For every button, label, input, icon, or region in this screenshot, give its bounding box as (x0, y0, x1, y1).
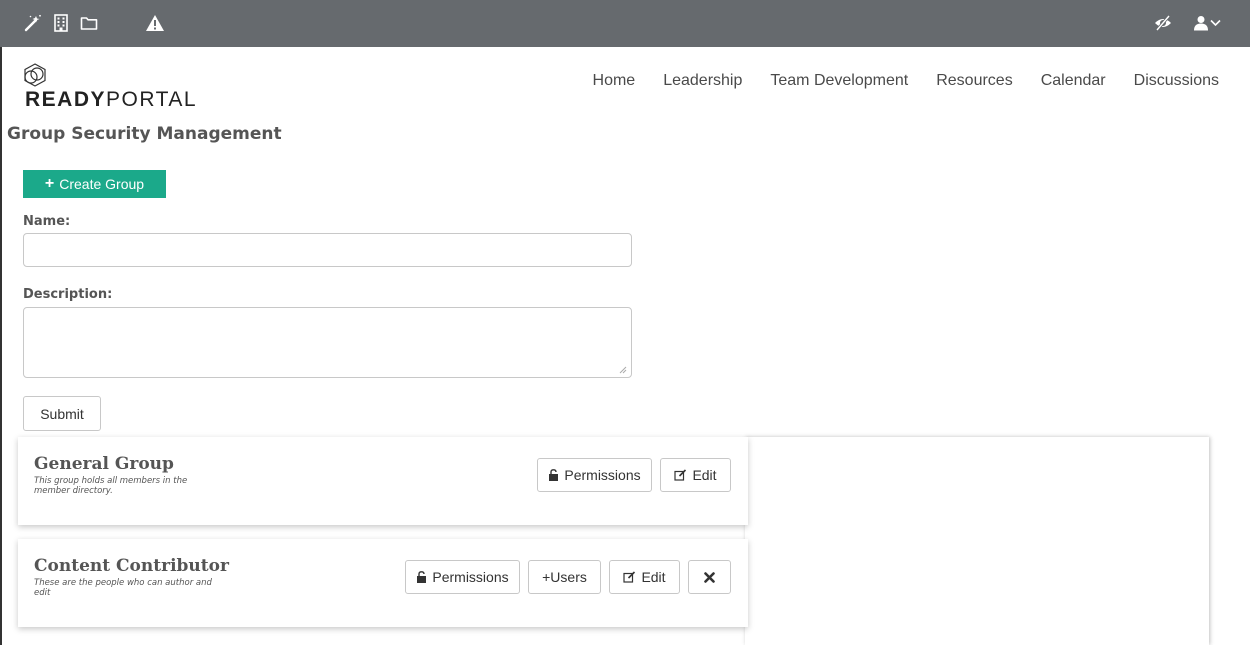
group-title: General Group (34, 454, 174, 474)
nav-resources[interactable]: Resources (936, 72, 1012, 90)
submit-button[interactable]: Submit (23, 396, 101, 431)
permissions-button[interactable]: Permissions (405, 560, 520, 594)
edit-button[interactable]: Edit (660, 458, 731, 492)
right-panel (745, 437, 1209, 645)
permissions-button[interactable]: Permissions (537, 458, 652, 492)
create-group-button[interactable]: + Create Group (23, 170, 166, 198)
group-description: This group holds all members in the memb… (34, 476, 188, 496)
group-card-content-contributor: Content Contributor These are the people… (18, 539, 748, 627)
delete-group-button[interactable] (688, 560, 731, 594)
admin-toolbar (0, 0, 1250, 47)
resize-grip-icon[interactable] (619, 366, 627, 374)
name-label: Name: (23, 214, 71, 229)
edit-button[interactable]: Edit (609, 560, 680, 594)
magic-wand-icon[interactable] (22, 12, 44, 34)
group-description: These are the people who can author and … (34, 578, 212, 598)
edit-icon (623, 571, 636, 583)
eye-slash-icon[interactable] (1152, 12, 1174, 34)
main-nav: Home Leadership Team Development Resourc… (565, 72, 1219, 90)
nav-calendar[interactable]: Calendar (1041, 72, 1106, 90)
building-icon[interactable] (50, 12, 72, 34)
logo-wordmark[interactable]: READYPORTAL (25, 88, 197, 112)
group-card-general: General Group This group holds all membe… (18, 437, 748, 525)
unlock-icon (549, 469, 559, 481)
permissions-label: Permissions (564, 467, 641, 483)
warning-icon[interactable] (144, 12, 166, 34)
close-icon (704, 571, 715, 583)
edit-label: Edit (641, 569, 666, 585)
nav-discussions[interactable]: Discussions (1134, 72, 1219, 90)
add-users-button[interactable]: +Users (528, 560, 601, 594)
create-group-label: Create Group (59, 176, 145, 192)
logo-light-text: PORTAL (106, 88, 198, 111)
permissions-label: Permissions (432, 569, 509, 585)
window-left-edge (0, 47, 2, 645)
nav-team-development[interactable]: Team Development (770, 72, 908, 90)
page-title: Group Security Management (7, 124, 282, 144)
description-label: Description: (23, 287, 113, 302)
chevron-down-icon[interactable] (1208, 12, 1222, 34)
nav-home[interactable]: Home (593, 72, 636, 90)
plus-icon: + (44, 175, 55, 192)
name-input[interactable] (23, 233, 632, 267)
edit-label: Edit (692, 467, 717, 483)
nav-leadership[interactable]: Leadership (663, 72, 742, 90)
group-title: Content Contributor (34, 556, 229, 576)
edit-icon (674, 469, 687, 481)
logo-bold-text: READY (25, 88, 107, 111)
unlock-icon (417, 571, 427, 583)
description-textarea[interactable] (23, 307, 632, 378)
folder-icon[interactable] (78, 12, 100, 34)
